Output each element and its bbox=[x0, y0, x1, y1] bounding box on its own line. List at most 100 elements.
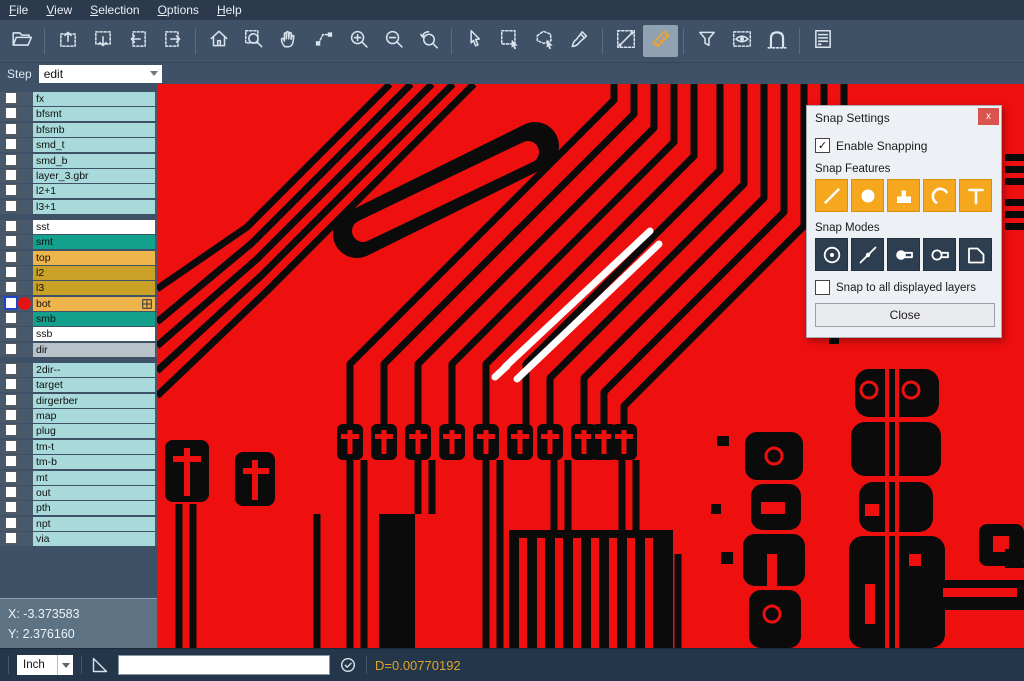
toolbar-open-folder-button[interactable] bbox=[4, 25, 39, 57]
layer-row-2dir--[interactable]: 2dir-- bbox=[0, 363, 157, 377]
layer-row-top[interactable]: top bbox=[0, 251, 157, 265]
layer-checkbox-mt[interactable] bbox=[5, 471, 17, 483]
layer-row-l2[interactable]: l2 bbox=[0, 266, 157, 280]
layer-row-map[interactable]: map bbox=[0, 409, 157, 423]
toolbar-filter-button[interactable] bbox=[689, 25, 724, 57]
layer-row-mt[interactable]: mt bbox=[0, 471, 157, 485]
layer-checkbox-map[interactable] bbox=[5, 409, 17, 421]
snap-line-button[interactable] bbox=[815, 179, 848, 212]
layer-row-bot[interactable]: bot bbox=[0, 297, 157, 311]
layer-checkbox-sst[interactable] bbox=[5, 220, 17, 232]
snap-arc-button[interactable] bbox=[923, 179, 956, 212]
close-button[interactable]: Close bbox=[815, 303, 995, 327]
layer-row-l3+1[interactable]: l3+1 bbox=[0, 200, 157, 214]
grid-icon[interactable] bbox=[139, 299, 152, 312]
layer-checkbox-bfsmt[interactable] bbox=[5, 107, 17, 119]
layer-checkbox-out[interactable] bbox=[5, 486, 17, 498]
all-layers-checkbox[interactable] bbox=[815, 280, 830, 295]
menu-item-help[interactable]: Help bbox=[208, 1, 251, 19]
layer-checkbox-smb[interactable] bbox=[5, 312, 17, 324]
layer-checkbox-tm-t[interactable] bbox=[5, 440, 17, 452]
mode-pad-outline-button[interactable] bbox=[923, 238, 956, 271]
layer-checkbox-bfsmb[interactable] bbox=[5, 123, 17, 135]
layer-row-via[interactable]: via bbox=[0, 532, 157, 546]
toolbar-home-button[interactable] bbox=[201, 25, 236, 57]
toolbar-measure-line-button[interactable] bbox=[608, 25, 643, 57]
layer-row-npt[interactable]: npt bbox=[0, 517, 157, 531]
layer-checkbox-dir[interactable] bbox=[5, 343, 17, 355]
layer-checkbox-npt[interactable] bbox=[5, 517, 17, 529]
command-input[interactable] bbox=[118, 655, 330, 675]
toolbar-select-polygon-button[interactable] bbox=[527, 25, 562, 57]
layer-row-bfsmt[interactable]: bfsmt bbox=[0, 107, 157, 121]
toolbar-select-rect-button[interactable] bbox=[492, 25, 527, 57]
layer-row-target[interactable]: target bbox=[0, 378, 157, 392]
layer-checkbox-l3[interactable] bbox=[5, 281, 17, 293]
toolbar-net-path-button[interactable] bbox=[759, 25, 794, 57]
toolbar-brush-button[interactable] bbox=[562, 25, 597, 57]
step-select[interactable]: edit bbox=[39, 65, 162, 83]
toolbar-pan-down-button[interactable] bbox=[85, 25, 120, 57]
layer-row-l2+1[interactable]: l2+1 bbox=[0, 184, 157, 198]
layer-checkbox-via[interactable] bbox=[5, 532, 17, 544]
toolbar-report-button[interactable] bbox=[805, 25, 840, 57]
layer-checkbox-dirgerber[interactable] bbox=[5, 394, 17, 406]
menu-item-options[interactable]: Options bbox=[149, 1, 208, 19]
layer-checkbox-smt[interactable] bbox=[5, 235, 17, 247]
toolbar-show-hide-button[interactable] bbox=[724, 25, 759, 57]
layer-checkbox-plug[interactable] bbox=[5, 424, 17, 436]
toolbar-pan-right-button[interactable] bbox=[155, 25, 190, 57]
layer-row-smd_b[interactable]: smd_b bbox=[0, 154, 157, 168]
mode-center-button[interactable] bbox=[815, 238, 848, 271]
layer-row-l3[interactable]: l3 bbox=[0, 281, 157, 295]
menu-item-view[interactable]: View bbox=[37, 1, 81, 19]
toolbar-pan-up-button[interactable] bbox=[50, 25, 85, 57]
layer-checkbox-ssb[interactable] bbox=[5, 327, 17, 339]
layer-row-smt[interactable]: smt bbox=[0, 235, 157, 249]
layer-row-fx[interactable]: fx bbox=[0, 92, 157, 106]
snap-text-button[interactable] bbox=[959, 179, 992, 212]
toolbar-zoom-out-button[interactable] bbox=[376, 25, 411, 57]
layer-row-out[interactable]: out bbox=[0, 486, 157, 500]
toolbar-zoom-previous-button[interactable] bbox=[411, 25, 446, 57]
layer-checkbox-l3+1[interactable] bbox=[5, 200, 17, 212]
unit-select[interactable]: Inch bbox=[17, 655, 73, 675]
angle-measure-icon[interactable] bbox=[90, 655, 110, 675]
layer-checkbox-target[interactable] bbox=[5, 378, 17, 390]
snap-surface-button[interactable] bbox=[887, 179, 920, 212]
layer-checkbox-layer_3.gbr[interactable] bbox=[5, 169, 17, 181]
layer-checkbox-l2[interactable] bbox=[5, 266, 17, 278]
layer-row-layer_3.gbr[interactable]: layer_3.gbr bbox=[0, 169, 157, 183]
toolbar-zoom-in-button[interactable] bbox=[341, 25, 376, 57]
layer-checkbox-2dir--[interactable] bbox=[5, 363, 17, 375]
layer-checkbox-top[interactable] bbox=[5, 251, 17, 263]
layer-row-dirgerber[interactable]: dirgerber bbox=[0, 394, 157, 408]
pcb-canvas[interactable]: Snap Settings x ✓ Enable Snapping Snap F… bbox=[157, 84, 1024, 648]
menu-item-file[interactable]: File bbox=[0, 1, 37, 19]
snap-confirm-icon[interactable] bbox=[338, 655, 358, 675]
layer-row-ssb[interactable]: ssb bbox=[0, 327, 157, 341]
layer-checkbox-l2+1[interactable] bbox=[5, 184, 17, 196]
layer-checkbox-bot[interactable] bbox=[4, 296, 18, 310]
enable-snapping-checkbox[interactable]: ✓ bbox=[815, 138, 830, 153]
layer-row-dir[interactable]: dir bbox=[0, 343, 157, 357]
toolbar-zoom-window-button[interactable] bbox=[236, 25, 271, 57]
snap-pad-button[interactable] bbox=[851, 179, 884, 212]
layer-row-bfsmb[interactable]: bfsmb bbox=[0, 123, 157, 137]
layer-row-smb[interactable]: smb bbox=[0, 312, 157, 326]
layer-checkbox-smd_b[interactable] bbox=[5, 154, 17, 166]
layer-row-pth[interactable]: pth bbox=[0, 501, 157, 515]
layer-row-tm-b[interactable]: tm-b bbox=[0, 455, 157, 469]
layer-checkbox-fx[interactable] bbox=[5, 92, 17, 104]
layer-checkbox-smd_t[interactable] bbox=[5, 138, 17, 150]
layer-row-sst[interactable]: sst bbox=[0, 220, 157, 234]
layer-row-tm-t[interactable]: tm-t bbox=[0, 440, 157, 454]
toolbar-vertex-move-button[interactable] bbox=[306, 25, 341, 57]
toolbar-pan-left-button[interactable] bbox=[120, 25, 155, 57]
mode-corner-button[interactable] bbox=[959, 238, 992, 271]
mode-midpoint-button[interactable] bbox=[851, 238, 884, 271]
toolbar-ruler-button[interactable] bbox=[643, 25, 678, 57]
dialog-close-icon[interactable]: x bbox=[978, 108, 999, 125]
layer-checkbox-tm-b[interactable] bbox=[5, 455, 17, 467]
layer-row-plug[interactable]: plug bbox=[0, 424, 157, 438]
